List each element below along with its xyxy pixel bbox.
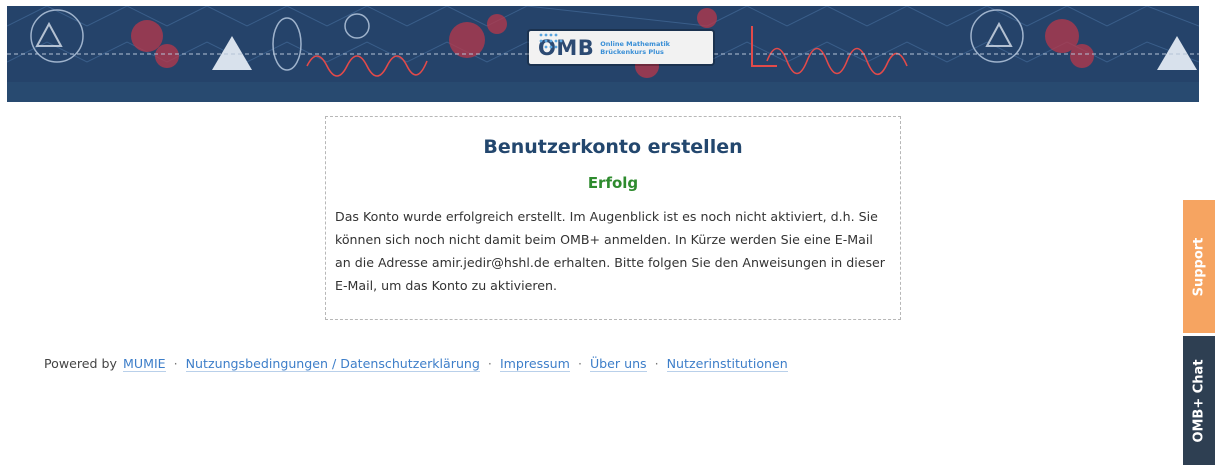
footer-separator: · bbox=[577, 356, 582, 371]
imprint-link[interactable]: Impressum bbox=[499, 356, 570, 372]
footer-separator: · bbox=[173, 356, 178, 371]
powered-by-label: Powered by bbox=[44, 356, 117, 371]
chat-tab[interactable]: OMB+ Chat bbox=[1183, 336, 1215, 465]
header-banner: OMB Online Mathematik Brückenkurs Plus bbox=[7, 6, 1199, 82]
terms-privacy-link[interactable]: Nutzungsbedingungen / Datenschutzerkläru… bbox=[185, 356, 480, 372]
logo-subtitle-line2: Brückenkurs Plus bbox=[600, 47, 664, 56]
about-us-link[interactable]: Über uns bbox=[589, 356, 647, 372]
footer: Powered by MUMIE · Nutzungsbedingungen / Da… bbox=[44, 356, 788, 372]
account-created-card: Benutzerkonto erstellen Erfolg Das Konto… bbox=[325, 116, 901, 320]
logo-dots-icon bbox=[539, 33, 563, 49]
status-heading: Erfolg bbox=[587, 174, 639, 192]
user-institutions-link[interactable]: Nutzerinstitutionen bbox=[666, 356, 788, 372]
support-tab-label: Support bbox=[1191, 237, 1207, 296]
support-tab[interactable]: Support bbox=[1183, 200, 1215, 333]
status-message: Das Konto wurde erfolgreich erstellt. Im… bbox=[335, 209, 885, 293]
logo-subtitle: Online Mathematik Brückenkurs Plus bbox=[600, 40, 670, 56]
chat-tab-label: OMB+ Chat bbox=[1191, 358, 1207, 443]
footer-separator: · bbox=[654, 356, 659, 371]
header-bar bbox=[7, 82, 1199, 102]
omb-logo[interactable]: OMB Online Mathematik Brückenkurs Plus bbox=[529, 31, 713, 64]
mumie-link[interactable]: MUMIE bbox=[123, 356, 166, 372]
footer-separator: · bbox=[487, 356, 492, 371]
page-title: Benutzerkonto erstellen bbox=[483, 136, 743, 158]
logo-subtitle-line1: Online Mathematik bbox=[600, 39, 670, 48]
